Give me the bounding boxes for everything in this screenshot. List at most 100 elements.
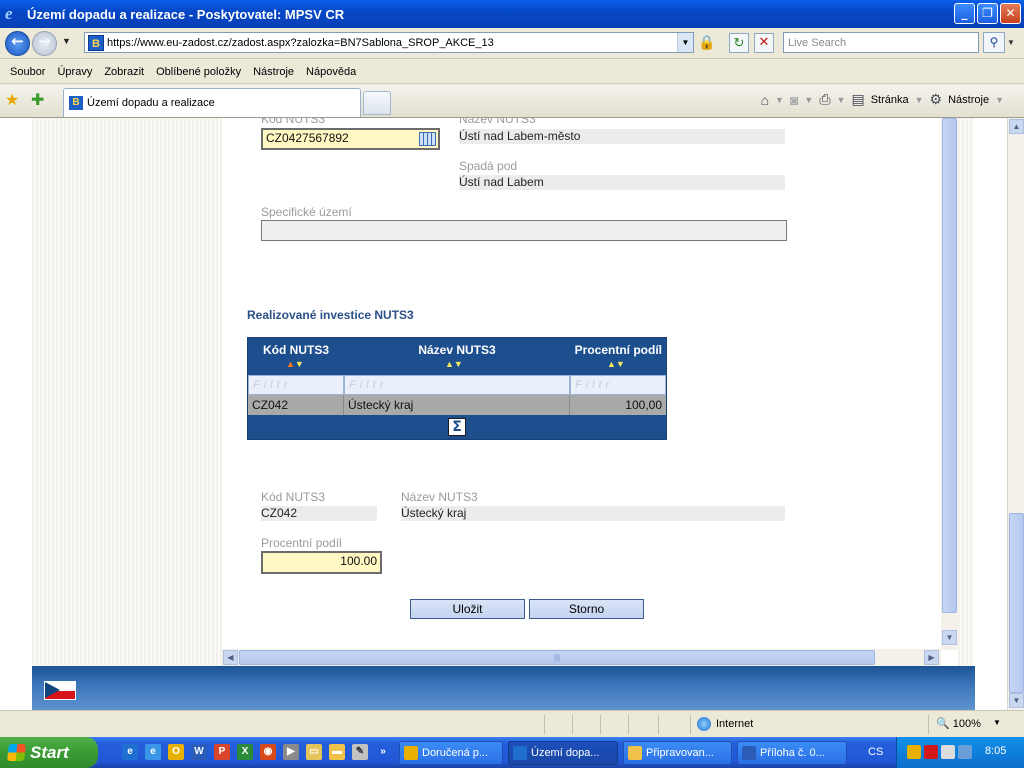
desktop-quicklaunch-icon[interactable]: ▭ <box>306 744 322 760</box>
app-quicklaunch-icon[interactable]: ◉ <box>260 744 276 760</box>
spada-pod-value: Ústí nad Labem <box>459 175 785 190</box>
inner-vertical-scroll-thumb[interactable] <box>942 118 957 613</box>
url-text[interactable]: https://www.eu-zadost.cz/zadost.aspx?zal… <box>107 37 677 49</box>
start-button[interactable]: Start <box>0 737 98 768</box>
search-input[interactable]: Live Search <box>783 32 979 53</box>
tools-dropdown-icon[interactable]: ▼ <box>995 95 1004 105</box>
tool-quicklaunch-icon[interactable]: ✎ <box>352 744 368 760</box>
print-icon[interactable]: ⎙ <box>819 91 830 108</box>
calendar-icon[interactable] <box>419 132 436 146</box>
close-button[interactable]: ✕ <box>1000 3 1021 24</box>
search-icon[interactable]: ⚲ <box>983 32 1005 53</box>
col-header-podil[interactable]: Procentní podíl ▲▼ <box>570 338 666 375</box>
main-scroll-thumb[interactable] <box>1009 513 1024 693</box>
tab-uzemi-dopadu[interactable]: B Území dopadu a realizace <box>63 88 361 117</box>
back-button[interactable]: ← <box>5 31 30 56</box>
media-quicklaunch-icon[interactable]: ▶ <box>283 744 299 760</box>
sum-icon[interactable]: Σ <box>448 418 466 436</box>
excel-quicklaunch-icon[interactable]: X <box>237 744 253 760</box>
task-pripravovan-label: Připravovan... <box>646 747 714 759</box>
add-favorite-icon[interactable]: ✚ <box>31 90 44 110</box>
language-indicator[interactable]: CS <box>868 746 883 758</box>
cancel-button[interactable]: Storno <box>529 599 644 619</box>
tray-clock-app-icon[interactable] <box>907 745 921 759</box>
window-controls: _ ❐ ✕ <box>954 3 1021 24</box>
lock-icon[interactable]: 🔒 <box>697 34 717 54</box>
maximize-button[interactable]: ❐ <box>977 3 998 24</box>
outlook-quicklaunch-icon[interactable]: O <box>168 744 184 760</box>
home-dropdown-icon[interactable]: ▼ <box>775 95 784 105</box>
main-vertical-scrollbar[interactable]: ▲ ▼ <box>1007 118 1024 710</box>
new-tab-button[interactable] <box>363 91 391 115</box>
url-field[interactable]: B https://www.eu-zadost.cz/zadost.aspx?z… <box>84 32 694 53</box>
scroll-left-arrow-icon[interactable]: ◀ <box>223 650 238 665</box>
table-row[interactable]: CZ042 Ústecký kraj 100,00 <box>248 395 666 415</box>
feeds-dropdown-icon[interactable]: ▼ <box>804 95 813 105</box>
filter-kod-input[interactable]: Filtr <box>248 375 344 395</box>
cell-nazev: Ústecký kraj <box>344 395 570 415</box>
zoom-dropdown-icon[interactable]: ▼ <box>993 718 1001 727</box>
task-uzemi-dopadu[interactable]: Území dopa... <box>508 741 618 765</box>
inner-vertical-scrollbar[interactable]: ▼ <box>941 118 958 650</box>
menu-soubor[interactable]: Soubor <box>4 66 51 78</box>
filter-podil-input[interactable]: Filtr <box>570 375 666 395</box>
sort-icon[interactable]: ▲▼ <box>445 359 463 369</box>
kod-nuts3-input[interactable]: CZ0427567892 <box>261 128 440 150</box>
folder-quicklaunch-icon[interactable]: ▬ <box>329 744 345 760</box>
menu-napoveda[interactable]: Nápověda <box>300 66 362 78</box>
inner-horizontal-scrollbar[interactable]: ◀ ||| ▶ <box>222 649 941 666</box>
specificke-uzemi-field[interactable] <box>261 220 787 241</box>
search-dropdown-icon[interactable]: ▼ <box>1007 38 1015 47</box>
ie-quicklaunch-icon[interactable]: e <box>122 744 138 760</box>
scroll-down-arrow-icon[interactable]: ▼ <box>942 630 957 645</box>
tray-antivirus-icon[interactable] <box>924 745 938 759</box>
tools-menu[interactable]: Nástroje <box>948 94 989 106</box>
url-dropdown-icon[interactable]: ▼ <box>677 33 693 52</box>
task-outlook[interactable]: Doručená p... <box>399 741 503 765</box>
czech-flag-icon[interactable] <box>44 681 76 700</box>
sort-icon[interactable]: ▲▼ <box>286 359 304 369</box>
refresh-button[interactable]: ↻ <box>729 33 749 53</box>
scroll-right-arrow-icon[interactable]: ▶ <box>924 650 939 665</box>
outlook-icon <box>404 746 418 760</box>
stop-button[interactable]: ✕ <box>754 33 774 53</box>
forward-button[interactable]: → <box>32 31 57 56</box>
history-dropdown-icon[interactable]: ▼ <box>62 36 71 46</box>
menu-zobrazit[interactable]: Zobrazit <box>98 66 150 78</box>
favorites-star-icon[interactable]: ★ <box>5 90 19 110</box>
main-scroll-up-arrow-icon[interactable]: ▲ <box>1009 119 1024 134</box>
folder-icon <box>628 746 642 760</box>
tray-network-icon[interactable] <box>941 745 955 759</box>
security-zone[interactable]: Internet <box>697 717 753 731</box>
page-menu[interactable]: Stránka <box>871 94 909 106</box>
menu-upravy[interactable]: Úpravy <box>51 66 98 78</box>
tab-favicon-icon: B <box>69 96 83 110</box>
zoom-level[interactable]: 🔍 100% <box>936 717 981 730</box>
tray-volume-icon[interactable] <box>958 745 972 759</box>
quicklaunch-more-icon[interactable]: » <box>375 744 391 760</box>
clock[interactable]: 8:05 <box>985 745 1006 757</box>
procentni-podil-input[interactable]: 100.00 <box>261 551 382 574</box>
col-header-nazev[interactable]: Název NUTS3 ▲▼ <box>344 338 570 375</box>
save-button[interactable]: Uložit <box>410 599 525 619</box>
task-pripravovan[interactable]: Připravovan... <box>623 741 732 765</box>
word-quicklaunch-icon[interactable]: W <box>191 744 207 760</box>
powerpoint-quicklaunch-icon[interactable]: P <box>214 744 230 760</box>
menu-bar: Soubor Úpravy Zobrazit Oblíbené položky … <box>0 60 1024 84</box>
menu-oblibene[interactable]: Oblíbené položky <box>150 66 247 78</box>
page-dropdown-icon[interactable]: ▼ <box>915 95 924 105</box>
horizontal-scroll-thumb[interactable]: ||| <box>239 650 875 665</box>
filter-nazev-input[interactable]: Filtr <box>344 375 570 395</box>
minimize-button[interactable]: _ <box>954 3 975 24</box>
menu-nastroje[interactable]: Nástroje <box>247 66 300 78</box>
home-icon[interactable]: ⌂ <box>761 92 769 108</box>
sort-icon[interactable]: ▲▼ <box>607 359 625 369</box>
feeds-icon[interactable]: ◙ <box>790 92 798 108</box>
print-dropdown-icon[interactable]: ▼ <box>837 95 846 105</box>
browser-quicklaunch-icon[interactable]: e <box>145 744 161 760</box>
window-title: Území dopadu a realizace - Poskytovatel:… <box>27 6 345 22</box>
task-priloha[interactable]: Příloha č. 0... <box>737 741 847 765</box>
status-divider <box>544 715 545 734</box>
col-header-kod[interactable]: Kód NUTS3 ▲▼ <box>248 338 344 375</box>
main-scroll-down-arrow-icon[interactable]: ▼ <box>1009 693 1024 708</box>
